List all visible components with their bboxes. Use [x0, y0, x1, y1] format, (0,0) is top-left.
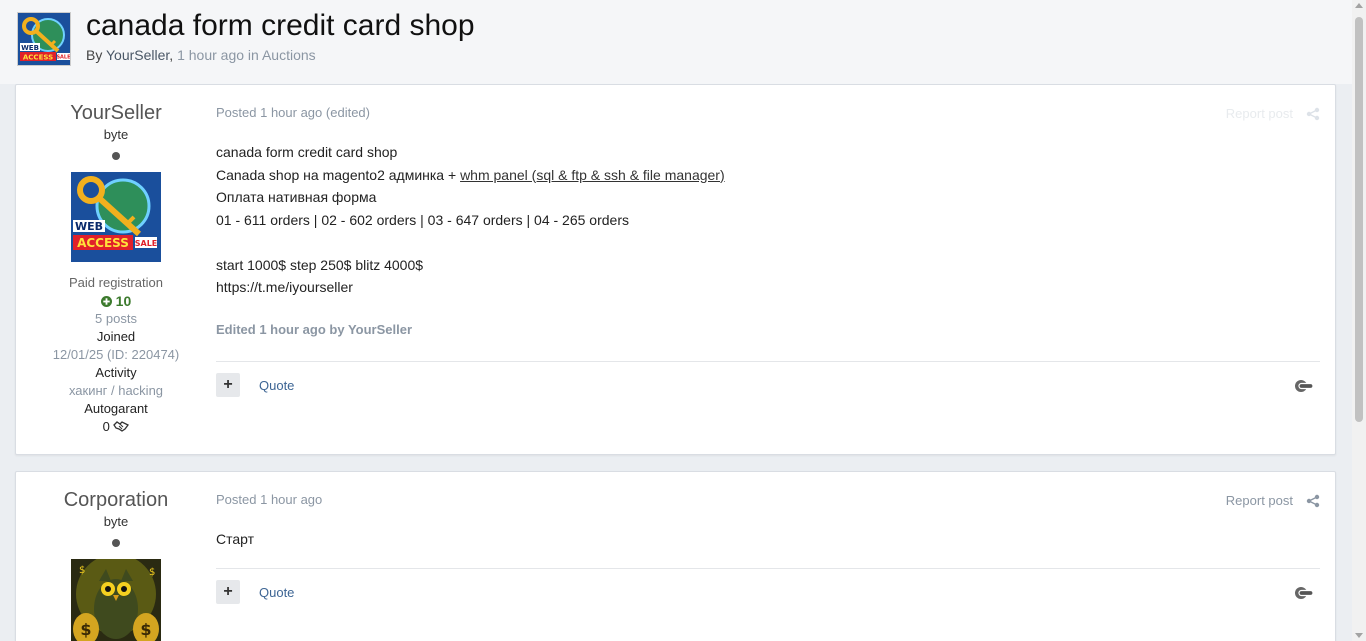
posted-label: Posted: [216, 492, 257, 507]
posted-time[interactable]: 1 hour ago: [260, 105, 322, 120]
svg-text:$: $: [79, 565, 85, 576]
owl-money-avatar-icon: $ $ $ $: [71, 559, 161, 641]
telegram-link[interactable]: https://t.me/iyourseller: [216, 276, 725, 299]
content-line: Оплата нативная форма: [216, 189, 377, 205]
post-divider: [216, 568, 1320, 569]
vertical-scrollbar[interactable]: [1352, 0, 1366, 641]
author-name[interactable]: YourSeller: [16, 101, 216, 125]
whm-panel-link[interactable]: whm panel (sql & ftp & ssh & file manage…: [460, 167, 725, 183]
svg-text:SALE: SALE: [56, 55, 71, 61]
page-title: canada form credit card shop: [86, 9, 475, 42]
svg-text:WEB: WEB: [21, 44, 39, 52]
topic-time: 1 hour ago: [177, 47, 245, 63]
content-line: canada form credit card shop: [216, 144, 398, 160]
joined-value: 12/01/25 (ID: 220474): [52, 347, 180, 362]
web-access-key-logo-icon: WEB ACCESS SALE: [18, 13, 71, 65]
svg-text:ACCESS: ACCESS: [77, 236, 129, 250]
post: YourSeller byte WEB ACCESS SALE Paid reg…: [15, 84, 1336, 455]
author-avatar[interactable]: $ $ $ $: [71, 559, 161, 641]
content-line: Старт: [216, 531, 255, 547]
web-access-key-logo-icon: WEB ACCESS SALE: [71, 172, 161, 262]
post-body: Posted 1 hour ago Report post Старт + Qu…: [216, 472, 1320, 641]
post-author-panel: YourSeller byte WEB ACCESS SALE Paid reg…: [16, 85, 216, 436]
svg-text:WEB: WEB: [75, 220, 103, 233]
share-icon[interactable]: [1306, 107, 1320, 121]
ignore-user-icon[interactable]: [1294, 379, 1314, 393]
author-rank: byte: [103, 127, 129, 142]
scroll-up-arrow-icon[interactable]: [1355, 3, 1363, 8]
post-divider: [216, 361, 1320, 362]
edited-note: Edited 1 hour ago by YourSeller: [216, 322, 413, 337]
meta-comma: ,: [169, 47, 174, 63]
svg-text:SALE: SALE: [135, 239, 158, 248]
topic-author-avatar[interactable]: WEB ACCESS SALE: [17, 12, 71, 66]
plus-circle-icon: [100, 296, 112, 307]
post: Corporation byte $ $ $ $ Posted 1 hour a…: [15, 471, 1336, 641]
topic-author-link[interactable]: YourSeller: [106, 47, 169, 63]
online-status-dot: [112, 152, 120, 160]
autogarant-row: 0: [16, 418, 216, 436]
reputation-value: 10: [115, 293, 132, 309]
post-content: Старт: [216, 528, 254, 551]
scroll-down-arrow-icon[interactable]: [1355, 633, 1363, 638]
quote-button[interactable]: Quote: [259, 378, 294, 393]
activity-value: хакинг / hacking: [68, 383, 164, 398]
multiquote-button[interactable]: +: [216, 373, 240, 397]
author-avatar[interactable]: WEB ACCESS SALE: [71, 172, 161, 262]
activity-label: Activity: [95, 365, 137, 380]
reputation-badge[interactable]: 10: [16, 292, 216, 310]
topic-meta: By YourSeller, 1 hour ago in Auctions: [86, 47, 316, 63]
ignore-user-icon[interactable]: [1294, 586, 1314, 600]
scrollbar-thumb[interactable]: [1355, 17, 1363, 422]
autogarant-label: Autogarant: [84, 401, 148, 416]
author-name[interactable]: Corporation: [16, 488, 216, 512]
topic-header: WEB ACCESS SALE canada form credit card …: [0, 0, 1352, 84]
handshake-icon: [113, 421, 130, 432]
post-date: Posted 1 hour ago (edited): [216, 105, 370, 120]
author-rank: byte: [103, 514, 129, 529]
online-status-dot: [112, 539, 120, 547]
author-group: Paid registration: [69, 275, 163, 290]
in-label: in: [247, 47, 259, 63]
by-label: By: [86, 47, 103, 63]
post-body: Posted 1 hour ago (edited) Report post c…: [216, 85, 1320, 454]
content-blank-line: [216, 231, 725, 254]
svg-text:ACCESS: ACCESS: [23, 54, 53, 62]
posted-label: Posted: [216, 105, 257, 120]
svg-text:$: $: [80, 620, 91, 639]
report-post-link[interactable]: Report post: [1226, 493, 1293, 508]
posts-count[interactable]: 5 posts: [16, 310, 216, 328]
post-author-panel: Corporation byte $ $ $ $: [16, 472, 216, 641]
svg-text:$: $: [140, 620, 151, 639]
quote-button[interactable]: Quote: [259, 585, 294, 600]
forum-link[interactable]: Auctions: [262, 47, 316, 63]
joined-label: Joined: [96, 329, 136, 344]
post-content: canada form credit card shop Canada shop…: [216, 141, 725, 299]
content-text: Canada shop на magento2 админка +: [216, 166, 461, 183]
report-post-link[interactable]: Report post: [1226, 106, 1293, 121]
share-icon[interactable]: [1306, 494, 1320, 508]
content-line: Canada shop на magento2 админка + whm pa…: [216, 164, 725, 187]
multiquote-button[interactable]: +: [216, 580, 240, 604]
svg-text:$: $: [149, 567, 155, 578]
posted-time[interactable]: 1 hour ago: [260, 492, 322, 507]
content-line: start 1000$ step 250$ blitz 4000$: [216, 256, 424, 273]
post-date: Posted 1 hour ago: [216, 492, 322, 507]
content-line: 01 - 611 orders | 02 - 602 orders | 03 -…: [216, 211, 629, 228]
edited-flag: (edited): [325, 105, 370, 120]
autogarant-value: 0: [102, 419, 110, 434]
